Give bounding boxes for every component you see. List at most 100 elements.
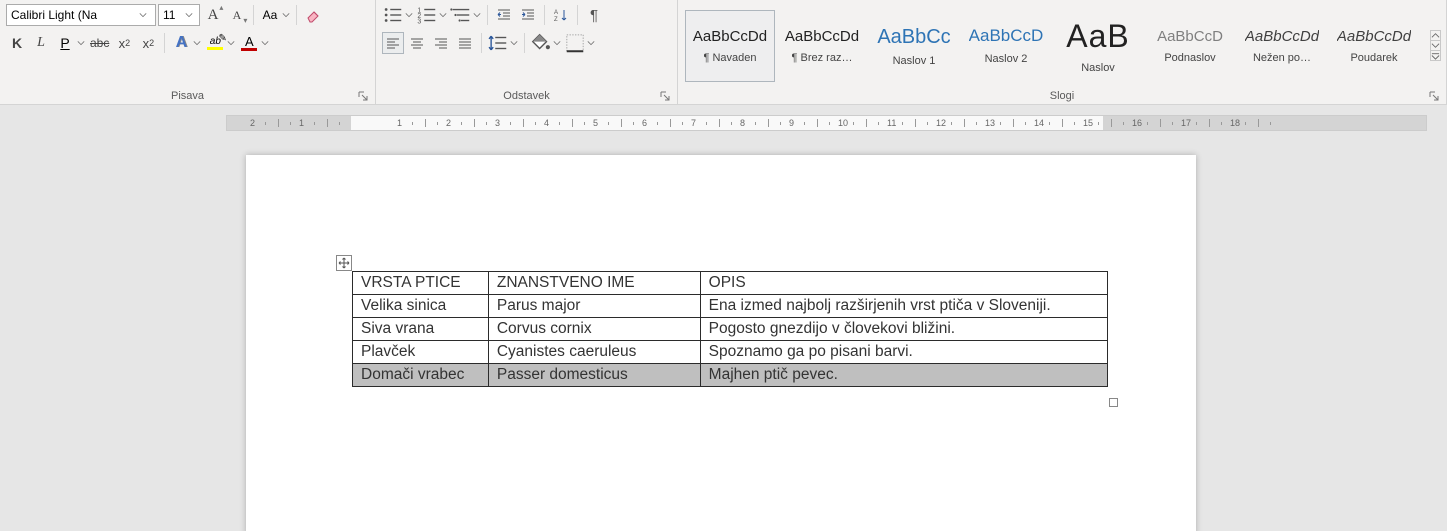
ruler-tick: 15 bbox=[1083, 118, 1093, 128]
document-table[interactable]: VRSTA PTICEZNANSTVENO IMEOPISVelika sini… bbox=[352, 271, 1108, 387]
table-cell[interactable]: Pogosto gnezdijo v človekovi bližini. bbox=[700, 318, 1107, 341]
style-item-podnaslov[interactable]: AaBbCcDPodnaslov bbox=[1145, 10, 1235, 82]
chevron-down-icon[interactable] bbox=[438, 4, 448, 26]
decrease-indent-button[interactable] bbox=[493, 4, 515, 26]
table-row[interactable]: Siva vranaCorvus cornixPogosto gnezdijo … bbox=[353, 318, 1108, 341]
ruler-minor-tick bbox=[657, 122, 658, 125]
table-cell[interactable]: Ena izmed najbolj razširjenih vrst ptiča… bbox=[700, 295, 1107, 318]
align-right-button[interactable] bbox=[430, 32, 452, 54]
underline-button[interactable]: P bbox=[54, 32, 86, 54]
separator bbox=[487, 5, 488, 25]
chevron-down-icon[interactable] bbox=[183, 5, 195, 25]
table-row[interactable]: PlavčekCyanistes caeruleusSpoznamo ga po… bbox=[353, 341, 1108, 364]
justify-button[interactable] bbox=[454, 32, 476, 54]
chevron-down-icon[interactable] bbox=[552, 32, 562, 54]
line-spacing-button[interactable] bbox=[487, 32, 519, 54]
style-item-naslov1[interactable]: AaBbCcNaslov 1 bbox=[869, 10, 959, 82]
table-cell[interactable]: Cyanistes caeruleus bbox=[488, 341, 700, 364]
superscript-button[interactable]: x2 bbox=[137, 32, 159, 54]
ruler-minor-tick bbox=[1209, 119, 1210, 127]
increase-indent-button[interactable] bbox=[517, 4, 539, 26]
style-item-navaden[interactable]: AaBbCcDd¶ Navaden bbox=[685, 10, 775, 82]
sort-button[interactable]: AZ bbox=[550, 4, 572, 26]
table-row[interactable]: Velika sinicaParus majorEna izmed najbol… bbox=[353, 295, 1108, 318]
separator bbox=[296, 5, 297, 25]
style-item-naslov[interactable]: AaBNaslov bbox=[1053, 10, 1143, 82]
show-marks-button[interactable]: ¶ bbox=[583, 4, 605, 26]
chevron-down-icon[interactable] bbox=[260, 32, 270, 54]
style-item-poudarek[interactable]: AaBbCcDdPoudarek bbox=[1329, 10, 1419, 82]
align-center-button[interactable] bbox=[406, 32, 428, 54]
align-left-button[interactable] bbox=[382, 32, 404, 54]
table-cell[interactable]: Plavček bbox=[353, 341, 489, 364]
numbering-button[interactable]: 123 bbox=[416, 4, 448, 26]
chevron-down-icon[interactable] bbox=[76, 32, 86, 54]
horizontal-ruler[interactable]: 21123456789101112131415161718 bbox=[226, 115, 1427, 131]
style-item-neenpo[interactable]: AaBbCcDdNežen po… bbox=[1237, 10, 1327, 82]
dialog-launcher-icon[interactable] bbox=[659, 90, 671, 102]
subscript-button[interactable]: x2 bbox=[113, 32, 135, 54]
clear-formatting-button[interactable] bbox=[302, 4, 324, 26]
chevron-down-icon[interactable] bbox=[226, 32, 236, 54]
dialog-launcher-icon[interactable] bbox=[1428, 90, 1440, 102]
borders-button[interactable] bbox=[564, 32, 596, 54]
ribbon-group-label-styles: Slogi bbox=[684, 87, 1440, 104]
page[interactable]: VRSTA PTICEZNANSTVENO IMEOPISVelika sini… bbox=[246, 155, 1196, 531]
shading-button[interactable] bbox=[530, 32, 562, 54]
grow-font-button[interactable]: A▴ bbox=[202, 4, 224, 26]
table-cell[interactable]: Corvus cornix bbox=[488, 318, 700, 341]
font-size-input[interactable] bbox=[159, 5, 183, 25]
italic-button[interactable]: L bbox=[30, 32, 52, 54]
table-cell[interactable]: Majhen ptič pevec. bbox=[700, 364, 1107, 387]
table-header-row[interactable]: VRSTA PTICEZNANSTVENO IMEOPIS bbox=[353, 272, 1108, 295]
table-cell[interactable]: Spoznamo ga po pisani barvi. bbox=[700, 341, 1107, 364]
table-header-cell[interactable]: VRSTA PTICE bbox=[353, 272, 489, 295]
gallery-scroll-up[interactable] bbox=[1431, 31, 1440, 41]
table-cell[interactable]: Domači vrabec bbox=[353, 364, 489, 387]
shrink-font-button[interactable]: A▾ bbox=[226, 4, 248, 26]
chevron-down-icon[interactable] bbox=[137, 5, 149, 25]
ruler-minor-tick bbox=[461, 122, 462, 125]
text-effects-button[interactable]: A bbox=[170, 32, 202, 54]
ruler-minor-tick bbox=[1013, 119, 1014, 127]
table-cell[interactable]: Parus major bbox=[488, 295, 700, 318]
highlight-button[interactable]: ab✎ bbox=[204, 32, 236, 54]
ruler-tick: 1 bbox=[397, 118, 402, 128]
gallery-scroll-down[interactable] bbox=[1431, 41, 1440, 51]
style-name: Podnaslov bbox=[1164, 52, 1215, 64]
table-move-handle[interactable] bbox=[336, 255, 352, 271]
table-cell[interactable]: Siva vrana bbox=[353, 318, 489, 341]
dialog-launcher-icon[interactable] bbox=[357, 90, 369, 102]
gallery-more[interactable] bbox=[1431, 51, 1440, 60]
chevron-down-icon[interactable] bbox=[586, 32, 596, 54]
font-name-input[interactable] bbox=[7, 5, 137, 25]
ribbon-group-font: A▴ A▾ Aa K L P bbox=[0, 0, 376, 104]
chevron-down-icon[interactable] bbox=[509, 32, 519, 54]
table-cell[interactable]: Passer domesticus bbox=[488, 364, 700, 387]
font-color-button[interactable]: A bbox=[238, 32, 270, 54]
font-name-combo[interactable] bbox=[6, 4, 156, 26]
bullets-button[interactable] bbox=[382, 4, 414, 26]
chevron-down-icon[interactable] bbox=[192, 32, 202, 54]
font-size-combo[interactable] bbox=[158, 4, 200, 26]
change-case-button[interactable]: Aa bbox=[259, 4, 291, 26]
separator bbox=[481, 33, 482, 53]
table-cell[interactable]: Velika sinica bbox=[353, 295, 489, 318]
bold-button[interactable]: K bbox=[6, 32, 28, 54]
table-row[interactable]: Domači vrabecPasser domesticusMajhen pti… bbox=[353, 364, 1108, 387]
table-header-cell[interactable]: OPIS bbox=[700, 272, 1107, 295]
chevron-down-icon[interactable] bbox=[472, 4, 482, 26]
multilevel-list-button[interactable] bbox=[450, 4, 482, 26]
strikethrough-button[interactable]: abc bbox=[88, 32, 111, 54]
ruler-minor-tick bbox=[780, 122, 781, 125]
table-resize-handle[interactable] bbox=[1109, 398, 1118, 407]
style-sample: AaBbCcD bbox=[969, 26, 1044, 46]
style-item-naslov2[interactable]: AaBbCcDNaslov 2 bbox=[961, 10, 1051, 82]
style-item-brezraz[interactable]: AaBbCcDd¶ Brez raz… bbox=[777, 10, 867, 82]
chevron-down-icon[interactable] bbox=[281, 4, 291, 26]
table-header-cell[interactable]: ZNANSTVENO IME bbox=[488, 272, 700, 295]
ruler-tick: 14 bbox=[1034, 118, 1044, 128]
ruler-tick: 2 bbox=[446, 118, 451, 128]
ruler-minor-tick bbox=[572, 119, 573, 127]
chevron-down-icon[interactable] bbox=[404, 4, 414, 26]
